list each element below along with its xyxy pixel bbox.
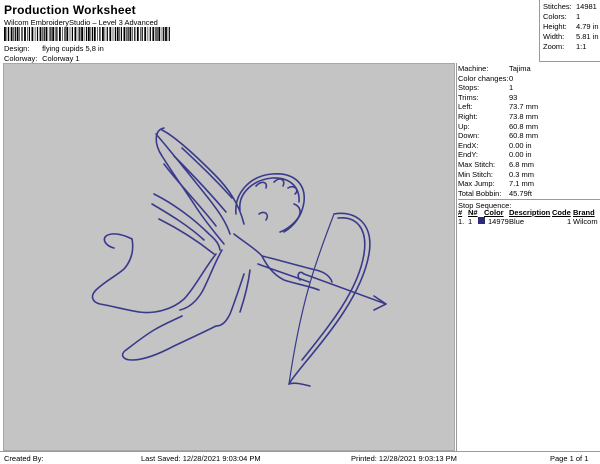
software-name: Wilcom EmbroideryStudio – Level 3 Advanc… bbox=[4, 18, 158, 27]
detail-value: Tajima bbox=[509, 64, 531, 73]
detail-row: EndX: 0.00 in bbox=[458, 141, 598, 151]
detail-label: Right: bbox=[458, 112, 478, 121]
page-title: Production Worksheet bbox=[4, 3, 136, 17]
detail-value: 60.8 mm bbox=[509, 131, 539, 141]
width-label: Width: bbox=[543, 32, 565, 41]
col-color: Color bbox=[484, 208, 504, 217]
row-color: 14979 bbox=[488, 217, 509, 226]
detail-row: Up: 60.8 mm bbox=[458, 122, 598, 132]
detail-label: Min Stitch: bbox=[458, 169, 494, 179]
detail-label: Max Stitch: bbox=[458, 160, 496, 169]
summary-height: Height: 4.79 in bbox=[543, 22, 599, 32]
detail-row: Machine: Tajima bbox=[458, 64, 598, 74]
row-code: 1 bbox=[567, 217, 572, 226]
detail-label: Trims: bbox=[458, 92, 479, 102]
created-by: Created By: bbox=[4, 454, 44, 463]
detail-label: EndY: bbox=[458, 150, 479, 160]
row-brand: Wilcom bbox=[573, 217, 598, 226]
design-label: Design: bbox=[4, 44, 30, 53]
summary-width: Width: 5.81 in bbox=[543, 32, 599, 42]
col-brand: Brand bbox=[573, 208, 595, 217]
detail-value: 0.00 in bbox=[509, 140, 532, 150]
detail-value: 73.8 mm bbox=[509, 112, 539, 121]
summary-stitches: Stitches: 14981 bbox=[543, 2, 599, 12]
zoom-value: 1:1 bbox=[576, 42, 587, 51]
detail-value: 0.3 mm bbox=[509, 169, 535, 179]
detail-label: EndX: bbox=[458, 140, 479, 150]
cupid-embroidery-image bbox=[91, 127, 387, 387]
detail-label: Color changes: bbox=[458, 73, 509, 83]
detail-value: 73.7 mm bbox=[509, 102, 539, 112]
footer: Created By: Last Saved: 12/28/2021 9:03:… bbox=[0, 451, 600, 464]
col-num: # bbox=[458, 208, 463, 217]
table-row[interactable]: 1. 1 14979 Blue 1 Wilcom bbox=[458, 217, 600, 227]
summary-colors: Colors: 1 bbox=[543, 12, 599, 22]
detail-row: Max Jump: 7.1 mm bbox=[458, 179, 598, 189]
detail-row: Min Stitch: 0.3 mm bbox=[458, 170, 598, 180]
detail-label: Left: bbox=[458, 102, 473, 112]
detail-label: Stops: bbox=[458, 83, 480, 93]
colors-value: 1 bbox=[576, 12, 581, 21]
detail-value: 0 bbox=[509, 73, 514, 83]
printed-date: Printed: 12/28/2021 9:03:13 PM bbox=[351, 454, 457, 463]
detail-row: Stops: 1 bbox=[458, 83, 598, 93]
colors-label: Colors: bbox=[543, 12, 567, 21]
height-value: 4.79 in bbox=[576, 22, 599, 31]
page-number: Page 1 of 1 bbox=[550, 454, 589, 463]
col-n: N# bbox=[468, 208, 478, 217]
row-n: 1 bbox=[468, 217, 473, 226]
stitches-value: 14981 bbox=[576, 2, 597, 11]
stitches-label: Stitches: bbox=[543, 2, 572, 11]
detail-row: Right: 73.8 mm bbox=[458, 112, 598, 122]
design-row: Design: flying cupids 5,8 in bbox=[4, 44, 104, 53]
detail-label: Max Jump: bbox=[458, 179, 495, 189]
colorway-row: Colorway: Colorway 1 bbox=[4, 54, 80, 63]
detail-row: EndY: 0.00 in bbox=[458, 150, 598, 160]
detail-value: 45.79ft bbox=[509, 188, 532, 198]
height-label: Height: bbox=[543, 22, 567, 31]
row-description: Blue bbox=[509, 217, 525, 226]
barcode bbox=[4, 27, 170, 41]
col-code: Code bbox=[552, 208, 571, 217]
detail-row: Max Stitch: 6.8 mm bbox=[458, 160, 598, 170]
detail-value: 7.1 mm bbox=[509, 179, 535, 189]
detail-value: 60.8 mm bbox=[509, 121, 539, 131]
detail-value: 1 bbox=[509, 83, 514, 93]
detail-row: Trims: 93 bbox=[458, 93, 598, 103]
row-num: 1. bbox=[458, 217, 465, 226]
color-swatch bbox=[478, 217, 485, 224]
colorway-label: Colorway: bbox=[4, 54, 38, 63]
detail-value: 93 bbox=[509, 92, 518, 102]
design-preview[interactable] bbox=[3, 63, 455, 451]
detail-label: Machine: bbox=[458, 64, 489, 73]
detail-label: Up: bbox=[458, 121, 470, 131]
zoom-label: Zoom: bbox=[543, 42, 565, 51]
detail-row: Total Bobbin: 45.79ft bbox=[458, 189, 598, 199]
design-value: flying cupids 5,8 in bbox=[42, 44, 104, 53]
summary-panel: Stitches: 14981 Colors: 1 Height: 4.79 i… bbox=[539, 0, 600, 62]
col-description: Description bbox=[509, 208, 551, 217]
summary-zoom: Zoom: 1:1 bbox=[543, 42, 599, 52]
detail-value: 0.00 in bbox=[509, 150, 532, 160]
detail-row: Down: 60.8 mm bbox=[458, 131, 598, 141]
width-value: 5.81 in bbox=[576, 32, 599, 41]
colorway-value: Colorway 1 bbox=[42, 54, 80, 63]
detail-label: Down: bbox=[458, 131, 480, 141]
detail-row: Left: 73.7 mm bbox=[458, 102, 598, 112]
detail-row: Color changes: 0 bbox=[458, 74, 598, 84]
last-saved: Last Saved: 12/28/2021 9:03:04 PM bbox=[141, 454, 261, 463]
detail-label: Total Bobbin: bbox=[458, 188, 502, 198]
detail-value: 6.8 mm bbox=[509, 160, 535, 169]
